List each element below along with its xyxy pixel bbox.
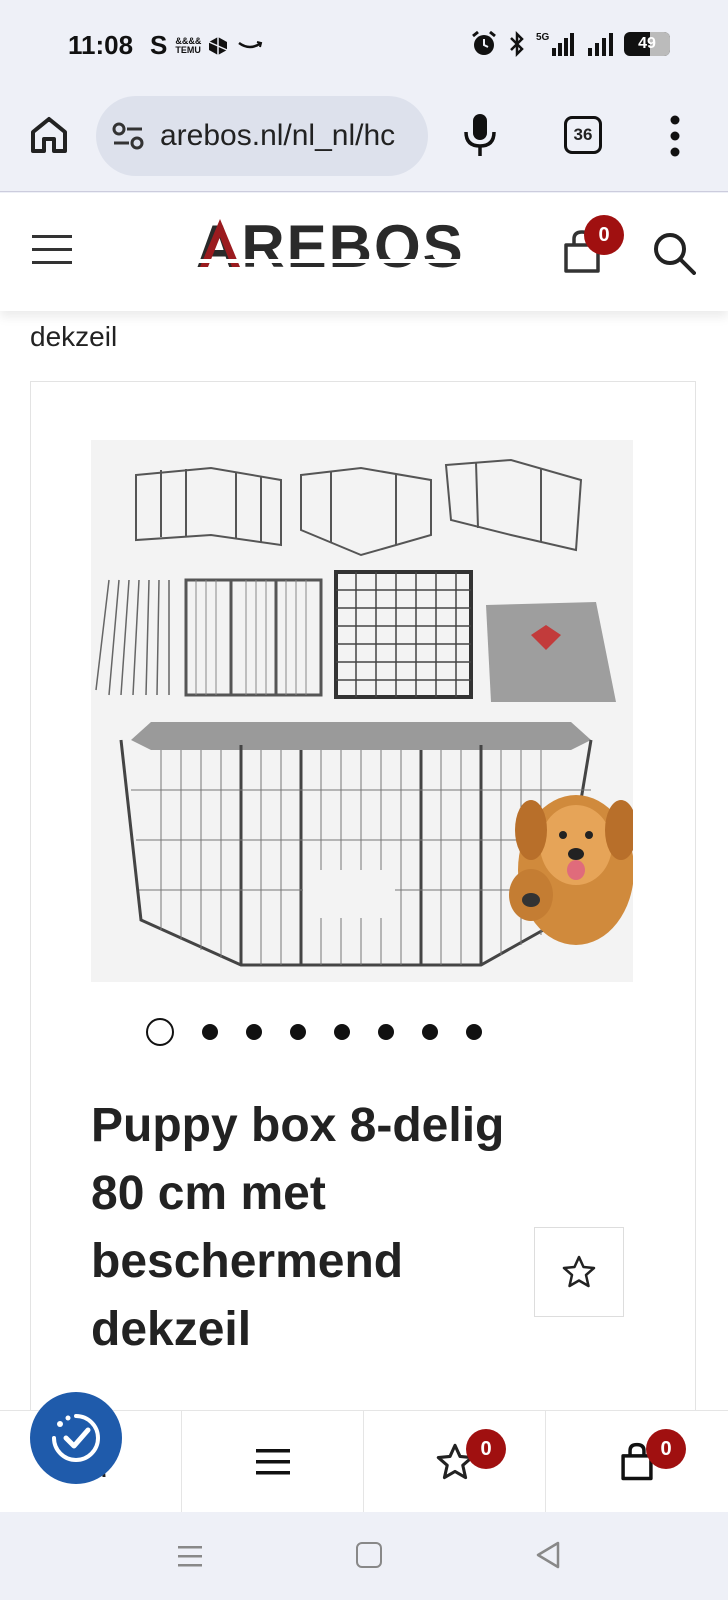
back-icon[interactable] (534, 1540, 562, 1570)
cube-icon (209, 36, 228, 55)
search-icon[interactable] (652, 231, 696, 275)
cart-count-badge: 0 (646, 1429, 686, 1469)
status-bar: 11:08 S &&&& TEMU 5G 49 (0, 0, 728, 92)
bluetooth-icon (510, 30, 524, 58)
more-menu-icon[interactable] (668, 114, 682, 158)
microphone-icon[interactable] (462, 112, 498, 158)
product-title: Puppy box 8-delig 80 cm met beschermend … (91, 1099, 505, 1356)
signal-5g-icon: 5G (536, 32, 574, 56)
gallery-dot[interactable] (334, 1024, 350, 1040)
battery-level: 49 (638, 35, 656, 52)
add-to-wishlist-button[interactable] (534, 1227, 624, 1317)
gallery-dot[interactable] (246, 1024, 262, 1040)
arebos-logo[interactable]: AREBOS (196, 215, 488, 277)
gallery-dot[interactable] (466, 1024, 482, 1040)
cart-count-badge: 0 (584, 215, 624, 255)
wishlist-count-badge: 0 (466, 1429, 506, 1469)
nav-cart[interactable]: 0 (546, 1411, 728, 1513)
gallery-dot[interactable] (146, 1018, 174, 1046)
nav-wishlist[interactable]: 0 (364, 1411, 546, 1513)
product-image[interactable] (91, 440, 633, 982)
gallery-dot[interactable] (202, 1024, 218, 1040)
temu-icon: &&&& TEMU (175, 35, 202, 55)
gallery-dot[interactable] (290, 1024, 306, 1040)
nav-menu[interactable] (182, 1411, 364, 1513)
gallery-dot[interactable] (378, 1024, 394, 1040)
menu-icon[interactable] (32, 233, 74, 267)
home-icon[interactable] (356, 1542, 382, 1568)
site-settings-icon[interactable] (112, 122, 144, 150)
tab-switcher-button[interactable]: 36 (564, 116, 602, 154)
recent-apps-icon[interactable] (176, 1542, 204, 1570)
svg-text:5G: 5G (536, 32, 550, 43)
system-navigation-bar (0, 1512, 728, 1600)
page-title-fragment: dekzeil (30, 321, 118, 352)
star-icon (562, 1255, 596, 1288)
battery-icon: 49 (624, 32, 670, 56)
signal-icon (588, 33, 613, 56)
menu-icon (255, 1449, 290, 1475)
system-status-icons: 5G 49 (470, 30, 670, 58)
product-card: Puppy box 8-delig 80 cm met beschermend … (30, 381, 696, 1410)
gallery-dot[interactable] (422, 1024, 438, 1040)
status-time: 11:08 (68, 30, 134, 60)
accessibility-icon (52, 1414, 100, 1462)
accessibility-button[interactable] (30, 1392, 122, 1484)
home-icon[interactable] (28, 114, 70, 156)
notification-icons: S &&&& TEMU (150, 30, 263, 61)
svg-text:AREBOS: AREBOS (196, 215, 465, 277)
s-app-icon: S (150, 30, 168, 60)
alarm-icon (472, 30, 496, 55)
site-header: AREBOS 0 (0, 193, 728, 311)
address-bar[interactable]: arebos.nl/nl_nl/hc (96, 96, 428, 176)
gallery-pagination (146, 1018, 482, 1046)
url-text: arebos.nl/nl_nl/hc (160, 119, 396, 152)
amazon-icon (238, 40, 263, 48)
browser-toolbar: arebos.nl/nl_nl/hc 36 (0, 92, 728, 192)
web-page: AREBOS 0 dekzeil Puppy box 8-delig 80 cm… (0, 193, 728, 1410)
